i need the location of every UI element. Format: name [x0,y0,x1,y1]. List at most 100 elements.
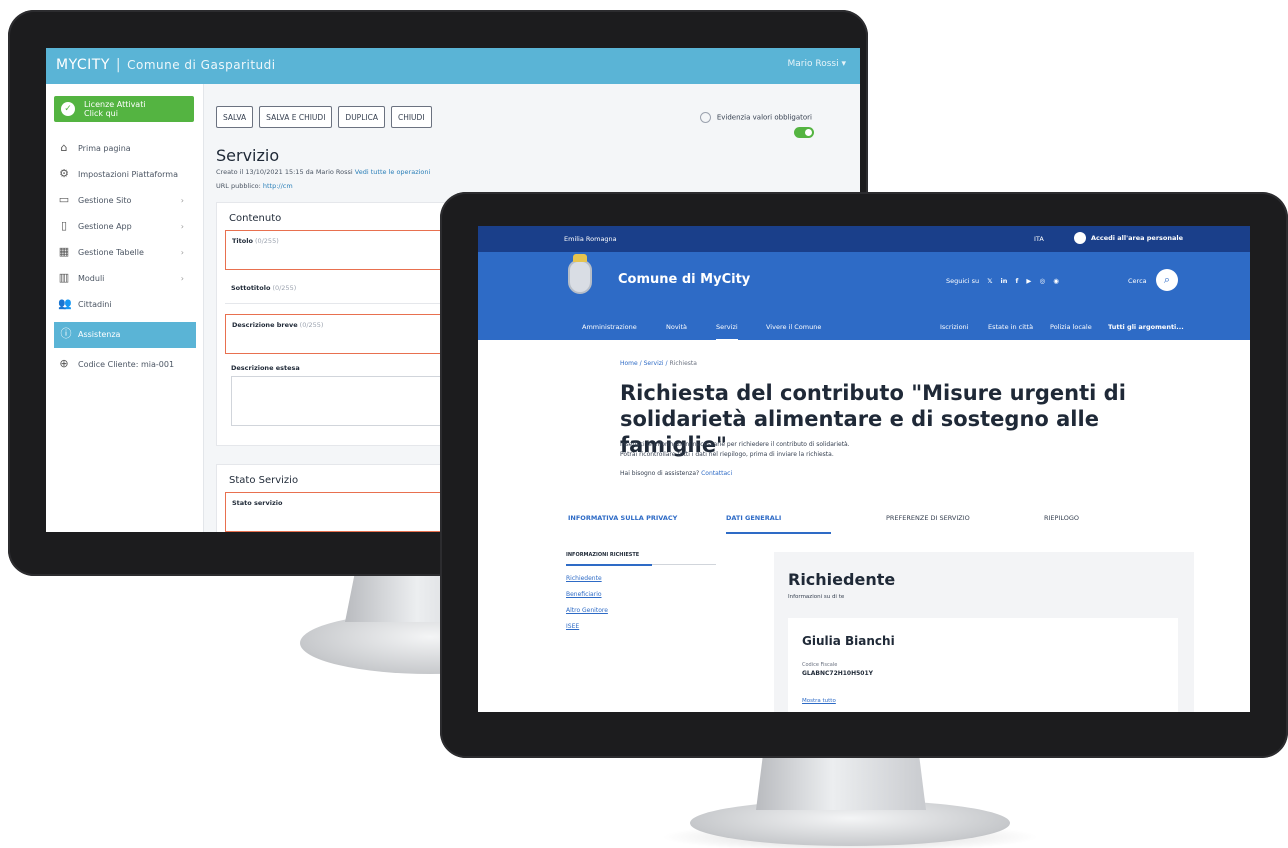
applicant-card: Giulia Bianchi Codice Fiscale GLABNC72H1… [788,618,1178,712]
save-and-close-button[interactable]: SALVA E CHIUDI [259,106,333,128]
nav-item-app[interactable]: ▯ Gestione App › [46,214,204,240]
help-icon[interactable] [699,112,711,123]
step-general-data[interactable]: DATI GENERALI [726,514,832,534]
menu-item-registrations[interactable]: Iscrizioni [940,323,968,331]
users-icon: 👥 [58,297,72,310]
nav-item-label: Gestione Sito [78,196,132,205]
menu-item-services[interactable]: Servizi [716,323,738,341]
admin-toolbar: SALVA SALVA E CHIUDI DUPLICA CHIUDI [216,106,432,128]
nav-item-forms[interactable]: ▥ Moduli › [46,266,204,292]
municipality-crest-icon[interactable] [568,254,592,294]
nav-item-site[interactable]: ▭ Gestione Sito › [46,188,204,214]
region-link[interactable]: Emilia Romagna [564,235,617,243]
status-field-label: Stato servizio [232,499,283,507]
menu-item-live-city[interactable]: Vivere il Comune [766,323,821,331]
admin-nav: ⌂ Prima pagina ⚙ Impostazioni Piattaform… [46,136,204,378]
nav-item-label: Moduli [78,274,105,283]
breadcrumb-separator: / [639,360,642,367]
licence-check-icon: ✓ [61,102,75,116]
nav-item-home[interactable]: ⌂ Prima pagina [46,136,204,162]
subtitle-field-label: Sottotitolo [231,284,271,292]
instagram-icon[interactable]: ◎ [1039,277,1045,285]
breadcrumb-separator: / [665,360,668,367]
chevron-right-icon: › [180,274,184,283]
licence-label: Licenze Attivati Click qui [84,100,146,118]
admin-user-menu[interactable]: Mario Rossi ▾ [788,59,846,69]
step-summary[interactable]: RIEPILOGO [1044,514,1079,522]
nav-item-platform-settings[interactable]: ⚙ Impostazioni Piattaforma [46,162,204,188]
breadcrumb-current: Richiesta [669,360,697,367]
youtube-icon[interactable]: ▶ [1026,277,1031,285]
nav-item-assistance[interactable]: ⓘ Assistenza [54,322,196,348]
forms-icon: ▥ [58,271,70,284]
site-slim-header: Emilia Romagna ITA Accedi all'area perso… [478,226,1250,252]
show-all-link[interactable]: Mostra tutto [802,698,836,704]
view-operations-link[interactable]: Vedi tutte le operazioni [355,168,431,176]
home-icon: ⌂ [60,141,68,154]
form-steps: INFORMATIVA SULLA PRIVACY DATI GENERALI … [478,510,1250,534]
telegram-icon[interactable]: ◉ [1053,277,1059,285]
search-icon[interactable]: ⌕ [1156,269,1178,291]
required-fields-label: Evidenzia valori obbligatori [716,113,812,122]
login-button[interactable]: Accedi all'area personale [1074,232,1183,244]
applicant-name: Giulia Bianchi [802,634,895,648]
step-privacy[interactable]: INFORMATIVA SULLA PRIVACY [568,514,677,522]
menu-item-all-topics[interactable]: Tutti gli argomenti... [1108,323,1184,331]
menu-item-news[interactable]: Novità [666,323,687,331]
duplicate-button[interactable]: DUPLICA [338,106,385,128]
toc-progress-bar [652,564,716,565]
licence-button[interactable]: ✓ Licenze Attivati Click qui [54,96,194,122]
facebook-icon[interactable]: f [1015,277,1018,285]
help-question: Hai bisogno di assistenza? [620,470,700,477]
breadcrumb: Home / Servizi / Richiesta [620,360,697,367]
site-name[interactable]: Comune di MyCity [618,272,750,287]
language-selector[interactable]: ITA [1034,235,1044,243]
site-header: Comune di MyCity Seguici su 𝕏 in f ▶ ◎ ◉… [478,252,1250,341]
table-icon: ▦ [58,245,70,258]
nav-item-customer-code[interactable]: ⊕ Codice Cliente: mia-001 [46,352,204,378]
search-label: Cerca [1128,277,1147,285]
nav-item-citizens[interactable]: 👥 Cittadini [46,292,204,318]
nav-item-tables[interactable]: ▦ Gestione Tabelle › [46,240,204,266]
menu-item-summer[interactable]: Estate in città [988,323,1033,331]
required-fields-highlight: Evidenzia valori obbligatori [699,112,812,123]
nav-item-label: Gestione Tabelle [78,248,144,257]
applicant-section: Richiedente Informazioni su di te Giulia… [774,552,1194,712]
admin-brand: MYCITY [56,57,110,73]
required-fields-toggle[interactable] [794,127,814,138]
help-text: Hai bisogno di assistenza? Contattaci [620,470,732,477]
admin-org-name: Comune di Gasparitudi [127,58,276,72]
nav-item-label: Codice Cliente: mia-001 [78,360,175,369]
public-url-link[interactable]: http://cm [263,182,293,190]
toc-link-beneficiary[interactable]: Beneficiario [566,591,716,598]
table-of-contents: INFORMAZIONI RICHIESTE Richiedente Benef… [566,552,716,630]
contact-link[interactable]: Contattaci [701,470,732,477]
nav-item-label: Gestione App [78,222,132,231]
toc-link-other-parent[interactable]: Altro Genitore [566,607,716,614]
toc-link-isee[interactable]: ISEE [566,623,716,630]
applicant-title: Richiedente [788,570,896,589]
monitor-icon: ▭ [58,193,70,206]
login-label: Accedi all'area personale [1091,234,1184,242]
short-description-counter: (0/255) [299,321,324,329]
page-intro: Inserisci le informazioni necessarie per… [620,440,850,460]
menu-item-administration[interactable]: Amministrazione [582,323,637,331]
info-icon: ⓘ [60,327,72,340]
save-button[interactable]: SALVA [216,106,254,128]
x-icon[interactable]: 𝕏 [987,277,992,285]
close-button[interactable]: CHIUDI [390,106,432,128]
social-links: Seguici su 𝕏 in f ▶ ◎ ◉ [946,277,1059,285]
menu-item-police[interactable]: Polizia locale [1050,323,1092,331]
phone-icon: ▯ [60,219,68,232]
breadcrumb-services[interactable]: Servizi [644,360,664,367]
toc-link-applicant[interactable]: Richiedente [566,575,716,582]
site-screen: Emilia Romagna ITA Accedi all'area perso… [478,226,1250,712]
globe-icon: ⊕ [59,357,69,370]
step-service-preferences[interactable]: PREFERENZE DI SERVIZIO [886,514,970,522]
linkedin-icon[interactable]: in [1001,277,1008,285]
user-icon [1074,232,1086,244]
breadcrumb-home[interactable]: Home [620,360,638,367]
title-field-label: Titolo [232,237,253,245]
admin-logo[interactable]: MYCITY | Comune di Gasparitudi [56,57,276,73]
social-label: Seguici su [946,277,980,285]
